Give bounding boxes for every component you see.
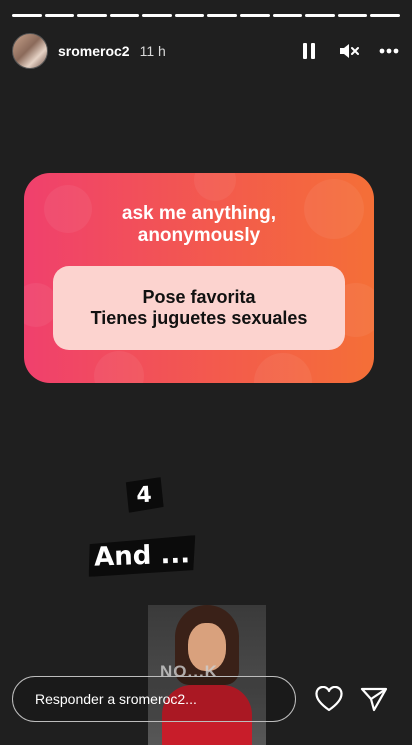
progress-segment (240, 14, 270, 17)
answer-box: Pose favorita Tienes juguetes sexuales (53, 266, 345, 350)
progress-segment (370, 14, 400, 17)
story-header: sromeroc2 11 h (12, 30, 400, 72)
reply-placeholder: Responder a sromeroc2... (35, 691, 197, 707)
pause-icon[interactable] (298, 40, 320, 62)
progress-segment (337, 14, 368, 17)
progress-segment (12, 14, 42, 17)
text-sticker: And ... (87, 535, 196, 577)
question-sticker[interactable]: ask me anything, anonymously Pose favori… (24, 173, 374, 383)
answer-text-line: Tienes juguetes sexuales (90, 308, 308, 328)
progress-segment (77, 14, 107, 17)
progress-segment (142, 14, 172, 17)
answer-text-line: Pose favorita (142, 287, 256, 307)
more-icon[interactable] (378, 40, 400, 62)
progress-segment (174, 14, 205, 17)
question-title-line: anonymously (137, 225, 261, 246)
number-sticker: 4 (124, 477, 164, 513)
heart-icon[interactable] (314, 684, 344, 714)
reply-input[interactable]: Responder a sromeroc2... (12, 676, 296, 722)
question-title-line: ask me anything, (121, 203, 277, 224)
header-controls (298, 40, 400, 62)
progress-segment (207, 14, 238, 17)
send-icon[interactable] (359, 684, 389, 714)
progress-segment (109, 14, 140, 17)
avatar[interactable] (12, 33, 48, 69)
post-time: 11 h (139, 43, 166, 59)
username[interactable]: sromeroc2 (58, 43, 130, 59)
progress-segment (305, 14, 335, 17)
story-progress-bar (12, 14, 400, 17)
muted-icon[interactable] (338, 40, 360, 62)
progress-segment (272, 14, 303, 17)
question-title: ask me anything, anonymously (24, 203, 374, 247)
progress-segment (44, 14, 75, 17)
